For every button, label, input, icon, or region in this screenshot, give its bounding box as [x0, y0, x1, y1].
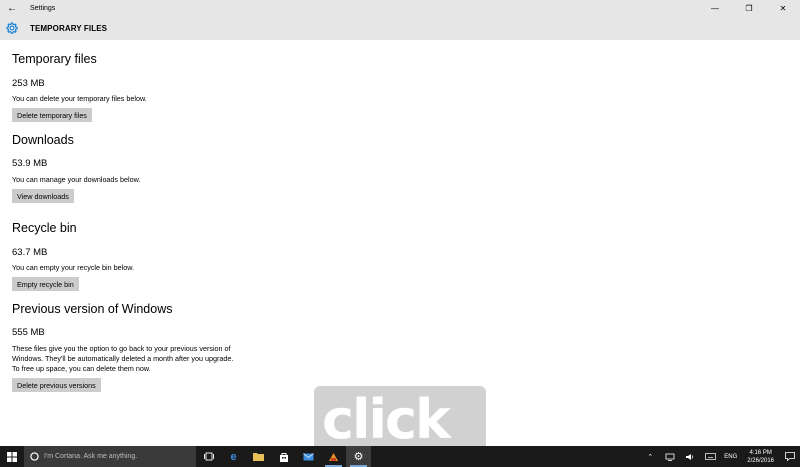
section-desc-temporary-files: You can delete your temporary files belo… — [12, 94, 147, 103]
section-size-temporary-files: 253 MB — [12, 78, 45, 89]
speaker-icon — [686, 453, 694, 460]
minimize-icon: — — [711, 3, 719, 13]
gear-icon — [0, 16, 24, 40]
windows-logo-icon — [7, 451, 17, 462]
show-hidden-icons-button[interactable]: ⌃ — [640, 446, 660, 467]
network-icon — [665, 453, 675, 461]
page-title: TEMPORARY FILES — [30, 23, 108, 33]
cortana-icon — [30, 452, 39, 461]
notification-icon — [785, 452, 795, 461]
settings-gear-icon: ⚙ — [353, 451, 364, 463]
section-size-recycle-bin: 63.7 MB — [12, 247, 48, 258]
taskbar-edge[interactable]: e — [221, 446, 246, 467]
task-view-button[interactable] — [196, 446, 221, 467]
folder-icon — [253, 453, 264, 461]
task-view-icon — [203, 452, 214, 461]
window-title: Settings — [30, 4, 56, 12]
watermark-logo: click — [322, 388, 451, 451]
clock-date: 2/26/2016 — [747, 457, 774, 464]
section-title-previous-windows: Previous version of Windows — [12, 302, 173, 316]
cortana-search-box[interactable]: I'm Cortana. Ask me anything. — [24, 446, 196, 467]
input-language[interactable]: ENG — [720, 454, 741, 460]
window-controls: — ❐ ✕ — [698, 0, 800, 16]
volume-button[interactable] — [680, 446, 700, 467]
search-placeholder: I'm Cortana. Ask me anything. — [44, 453, 138, 460]
restore-icon: ❐ — [745, 3, 753, 13]
maximize-button[interactable]: ❐ — [732, 0, 766, 16]
section-desc-recycle-bin: You can empty your recycle bin below. — [12, 263, 134, 272]
empty-recycle-bin-button[interactable]: Empty recycle bin — [12, 277, 79, 291]
delete-previous-versions-button[interactable]: Delete previous versions — [12, 378, 101, 392]
chevron-up-icon: ⌃ — [647, 453, 654, 461]
back-arrow-icon: ← — [7, 2, 17, 14]
section-size-previous-windows: 555 MB — [12, 327, 45, 338]
minimize-button[interactable]: — — [698, 0, 732, 16]
network-button[interactable] — [660, 446, 680, 467]
close-button[interactable]: ✕ — [766, 0, 800, 16]
delete-temporary-files-button[interactable]: Delete temporary files — [12, 108, 92, 122]
keyboard-button[interactable] — [700, 446, 720, 467]
taskbar-settings[interactable]: ⚙ — [346, 446, 371, 467]
keyboard-icon — [704, 453, 716, 460]
section-desc-downloads: You can manage your downloads below. — [12, 175, 141, 184]
section-size-downloads: 53.9 MB — [12, 158, 48, 169]
action-center-button[interactable] — [780, 446, 800, 467]
start-button[interactable] — [0, 446, 24, 467]
back-button[interactable]: ← — [0, 0, 24, 16]
view-downloads-button[interactable]: View downloads — [12, 189, 74, 203]
taskbar: I'm Cortana. Ask me anything. e ⚙ ⌃ ENG … — [0, 446, 800, 467]
section-desc-previous-windows: These files give you the option to go ba… — [12, 344, 234, 373]
close-icon: ✕ — [779, 3, 787, 13]
taskbar-mail[interactable] — [296, 446, 321, 467]
page-header: TEMPORARY FILES — [0, 16, 800, 40]
taskbar-file-explorer[interactable] — [246, 446, 271, 467]
clock[interactable]: 4:16 PM 2/26/2016 — [741, 449, 780, 465]
system-tray: ⌃ ENG 4:16 PM 2/26/2016 — [640, 446, 800, 467]
mail-icon — [303, 452, 314, 460]
title-bar: ← Settings — ❐ ✕ — [0, 0, 800, 16]
edge-icon: e — [230, 450, 237, 463]
media-app-icon — [329, 452, 338, 461]
taskbar-media-app[interactable] — [321, 446, 346, 467]
store-bag-icon — [279, 452, 288, 462]
clock-time: 4:16 PM — [749, 449, 772, 456]
section-title-recycle-bin: Recycle bin — [12, 221, 77, 235]
section-title-temporary-files: Temporary files — [12, 52, 97, 66]
taskbar-store[interactable] — [271, 446, 296, 467]
section-title-downloads: Downloads — [12, 133, 74, 147]
